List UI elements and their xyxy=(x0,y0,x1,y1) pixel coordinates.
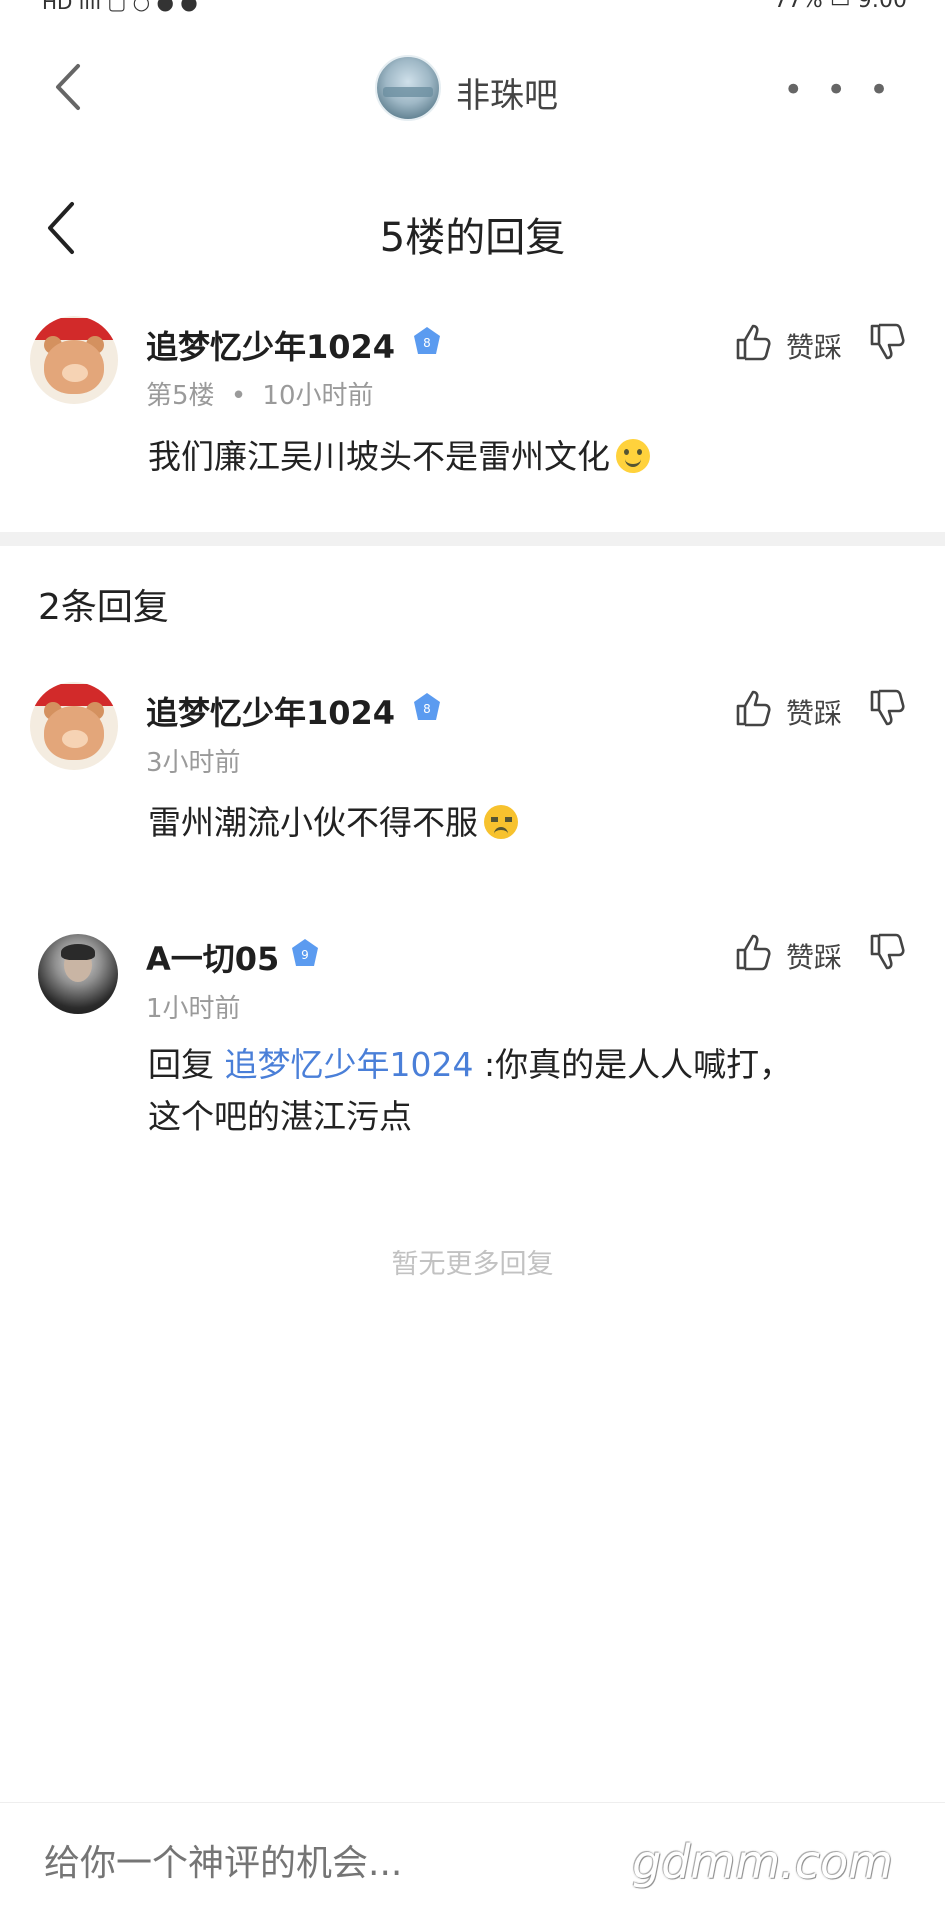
comment-input[interactable] xyxy=(44,1843,604,1884)
comment-text: 我们廉江吴川坡头不是雷州文化 xyxy=(148,430,650,484)
post-time: 1小时前 xyxy=(146,994,241,1024)
meta-separator: • xyxy=(230,381,247,411)
username[interactable]: 追梦忆少年1024 xyxy=(146,322,395,368)
vote-label: 赞踩 xyxy=(786,941,843,974)
thumb-up-icon[interactable] xyxy=(734,932,772,972)
svg-text:8: 8 xyxy=(423,702,431,716)
reply-count: 2条回复 xyxy=(38,587,169,628)
section-divider xyxy=(0,532,945,546)
svg-text:9: 9 xyxy=(301,948,309,962)
vote-control: 赞踩 xyxy=(734,686,914,732)
thumb-up-icon[interactable] xyxy=(734,688,772,728)
username[interactable]: A一切05 xyxy=(146,934,279,980)
reply-prefix: 回复 xyxy=(148,1045,214,1084)
comment-bar: gdmm.com xyxy=(0,1802,945,1920)
reply-text: 回复 追梦忆少年1024 :你真的是人人喊打， xyxy=(148,1038,792,1092)
post-time: 10小时前 xyxy=(262,381,374,411)
angry-emoji-icon xyxy=(484,805,518,839)
level-badge-icon: 8 xyxy=(414,693,440,720)
vote-control: 赞踩 xyxy=(734,320,914,366)
avatar[interactable] xyxy=(30,682,118,770)
vote-control: 赞踩 xyxy=(734,930,914,976)
status-bar-left: HD ıllı ▢ ○ ● ● xyxy=(42,0,198,14)
status-bar: HD ıllı ▢ ○ ● ● 77% ▭ 9:00 xyxy=(0,0,945,14)
level-badge-icon: 8 xyxy=(414,327,440,354)
vote-label: 赞踩 xyxy=(786,697,843,730)
thumb-up-icon[interactable] xyxy=(734,322,772,362)
reply-text-line1: :你真的是人人喊打， xyxy=(473,1045,793,1084)
reply-text-line2: 这个吧的湛江污点 xyxy=(148,1097,412,1136)
username[interactable]: 追梦忆少年1024 xyxy=(146,688,395,734)
mention-link[interactable]: 追梦忆少年1024 xyxy=(225,1045,474,1084)
forum-avatar[interactable] xyxy=(375,55,441,121)
thumb-down-icon[interactable] xyxy=(868,688,906,728)
avatar[interactable] xyxy=(30,316,118,404)
status-bar-right: 77% ▭ 9:00 xyxy=(773,0,907,13)
comment-text-content: 我们廉江吴川坡头不是雷州文化 xyxy=(148,437,610,476)
page-title: 5楼的回复 xyxy=(379,215,566,261)
back-icon[interactable] xyxy=(50,62,90,112)
post-time: 3小时前 xyxy=(146,748,241,778)
svg-text:8: 8 xyxy=(423,336,431,350)
thumb-down-icon[interactable] xyxy=(868,322,906,362)
vote-label: 赞踩 xyxy=(786,331,843,364)
avatar[interactable] xyxy=(38,934,118,1014)
floor-label: 第5楼 xyxy=(146,381,215,411)
level-badge-icon: 9 xyxy=(292,939,318,966)
forum-name[interactable]: 非珠吧 xyxy=(456,68,558,117)
post-meta: 第5楼 • 10小时前 xyxy=(146,375,374,412)
watermark: gdmm.com xyxy=(632,1835,893,1889)
thumb-down-icon[interactable] xyxy=(868,932,906,972)
reply-text-content: 雷州潮流小伙不得不服 xyxy=(148,803,478,842)
more-icon[interactable]: • • • xyxy=(783,70,895,110)
smile-emoji-icon xyxy=(616,439,650,473)
no-more-replies: 暂无更多回复 xyxy=(391,1249,554,1280)
reply-text: 雷州潮流小伙不得不服 xyxy=(148,796,518,850)
